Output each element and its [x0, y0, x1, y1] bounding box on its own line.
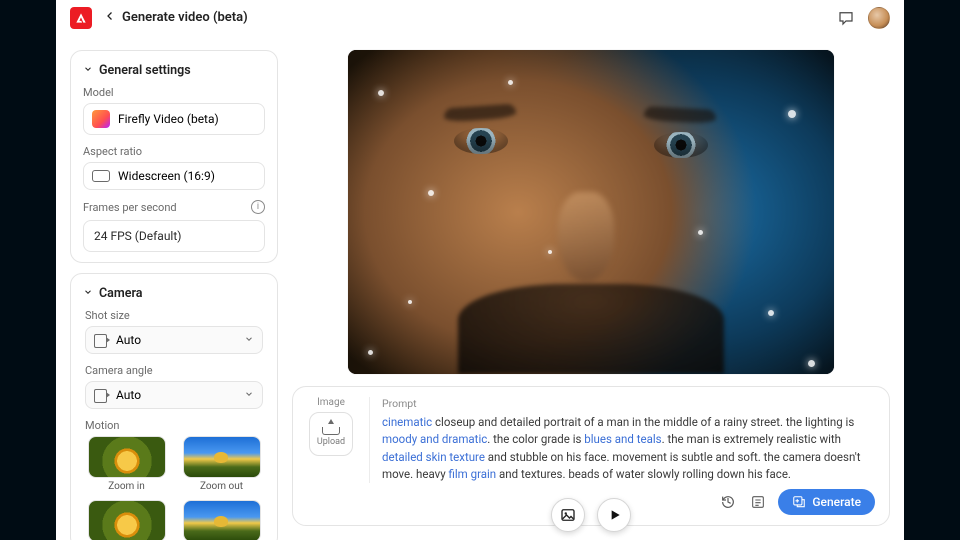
motion-option-zoom-out[interactable]: Zoom out [178, 436, 265, 492]
motion-thumb [88, 436, 166, 478]
camera-panel: Camera Shot size Auto Camera angle Auto … [70, 273, 278, 540]
motion-thumb [183, 436, 261, 478]
prompt-label: Prompt [382, 397, 875, 410]
model-thumb-icon [92, 110, 110, 128]
camera-heading[interactable]: Camera [77, 286, 271, 301]
frame-button[interactable] [551, 498, 585, 532]
shot-size-label: Shot size [85, 309, 271, 322]
aspect-ratio-label: Aspect ratio [83, 145, 265, 158]
image-upload-button[interactable]: Upload [309, 412, 353, 456]
motion-thumb [88, 500, 166, 540]
chevron-down-icon [244, 389, 254, 402]
feedback-icon[interactable] [836, 8, 856, 28]
page-title: Generate video (beta) [122, 10, 248, 25]
motion-thumb [183, 500, 261, 540]
user-avatar[interactable] [868, 7, 890, 29]
divider [369, 397, 370, 483]
generate-button[interactable]: Generate [778, 489, 875, 515]
shot-size-dropdown[interactable]: Auto [85, 326, 263, 354]
camera-angle-dropdown[interactable]: Auto [85, 381, 263, 409]
chevron-down-icon [83, 64, 93, 77]
generate-icon [792, 495, 806, 509]
model-label: Model [83, 86, 265, 99]
camera-icon [94, 334, 110, 346]
upload-icon [322, 421, 340, 435]
model-selector[interactable]: Firefly Video (beta) [83, 103, 265, 135]
settings-icon[interactable] [748, 492, 768, 512]
fps-label: Frames per second [83, 201, 177, 214]
aspect-ratio-selector[interactable]: Widescreen (16:9) [83, 162, 265, 190]
motion-option[interactable] [178, 500, 265, 540]
camera-angle-label: Camera angle [85, 364, 271, 377]
general-settings-panel: General settings Model Firefly Video (be… [70, 50, 278, 263]
motion-label: Motion [85, 419, 271, 432]
fps-selector[interactable]: 24 FPS (Default) [83, 220, 265, 252]
chevron-down-icon [244, 334, 254, 347]
info-icon[interactable]: i [251, 200, 265, 214]
back-button[interactable] [104, 10, 116, 26]
widescreen-icon [92, 170, 110, 182]
play-button[interactable] [597, 498, 631, 532]
history-icon[interactable] [718, 492, 738, 512]
prompt-textarea[interactable]: cinematic closeup and detailed portrait … [382, 414, 875, 483]
image-section-label: Image [317, 397, 345, 408]
camera-icon [94, 389, 110, 401]
topbar: Generate video (beta) [56, 0, 904, 36]
settings-sidebar: General settings Model Firefly Video (be… [70, 50, 278, 526]
content-area: Image Upload Prompt cinematic closeup an… [292, 50, 890, 526]
general-settings-heading[interactable]: General settings [83, 63, 265, 78]
adobe-logo [70, 7, 92, 29]
motion-option-zoom-in[interactable]: Zoom in [83, 436, 170, 492]
video-preview[interactable] [348, 50, 834, 374]
motion-option[interactable] [83, 500, 170, 540]
chevron-down-icon [83, 287, 93, 300]
